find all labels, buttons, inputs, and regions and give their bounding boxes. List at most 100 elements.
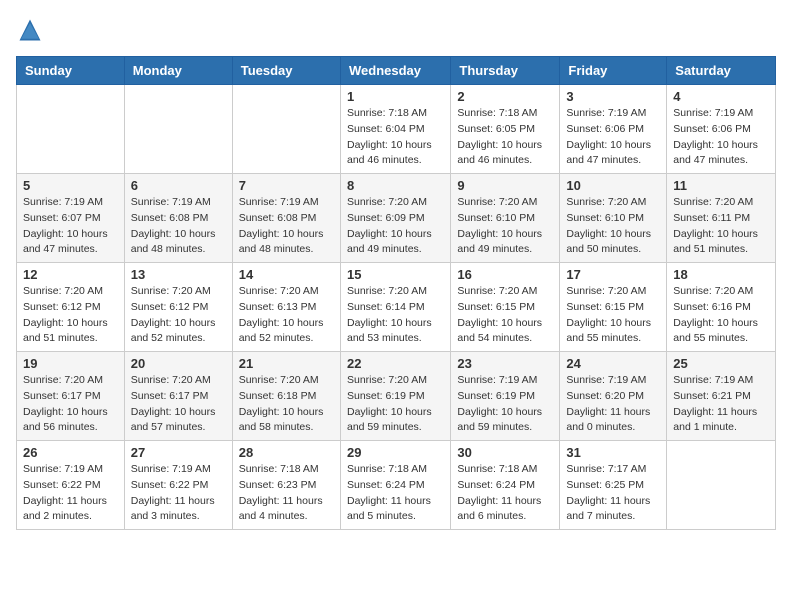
calendar-cell: 21 Sunrise: 7:20 AM Sunset: 6:18 PM Dayli…: [232, 352, 340, 441]
day-info: Sunrise: 7:20 AM Sunset: 6:12 PM Dayligh…: [23, 284, 118, 347]
logo-icon: [16, 16, 44, 44]
calendar-cell: 29 Sunrise: 7:18 AM Sunset: 6:24 PM Dayli…: [340, 441, 450, 530]
calendar-cell: 11 Sunrise: 7:20 AM Sunset: 6:11 PM Dayli…: [667, 174, 776, 263]
day-number: 29: [347, 445, 444, 460]
day-info: Sunrise: 7:18 AM Sunset: 6:04 PM Dayligh…: [347, 106, 444, 169]
day-info: Sunrise: 7:20 AM Sunset: 6:11 PM Dayligh…: [673, 195, 769, 258]
day-number: 13: [131, 267, 226, 282]
day-info: Sunrise: 7:19 AM Sunset: 6:08 PM Dayligh…: [131, 195, 226, 258]
calendar-cell: 5 Sunrise: 7:19 AM Sunset: 6:07 PM Daylig…: [17, 174, 125, 263]
day-number: 18: [673, 267, 769, 282]
day-info: Sunrise: 7:19 AM Sunset: 6:22 PM Dayligh…: [23, 462, 118, 525]
weekday-header-thursday: Thursday: [451, 57, 560, 85]
calendar-cell: 30 Sunrise: 7:18 AM Sunset: 6:24 PM Dayli…: [451, 441, 560, 530]
calendar-cell: 15 Sunrise: 7:20 AM Sunset: 6:14 PM Dayli…: [340, 263, 450, 352]
calendar-cell: 3Sunrise: 7:19 AM Sunset: 6:06 PM Daylig…: [560, 85, 667, 174]
calendar-week-row: 26 Sunrise: 7:19 AM Sunset: 6:22 PM Dayli…: [17, 441, 776, 530]
day-number: 21: [239, 356, 334, 371]
calendar-cell: 6 Sunrise: 7:19 AM Sunset: 6:08 PM Daylig…: [124, 174, 232, 263]
calendar-cell: 25Sunrise: 7:19 AM Sunset: 6:21 PM Dayli…: [667, 352, 776, 441]
day-info: Sunrise: 7:20 AM Sunset: 6:09 PM Dayligh…: [347, 195, 444, 258]
calendar-cell: 14 Sunrise: 7:20 AM Sunset: 6:13 PM Dayli…: [232, 263, 340, 352]
calendar-cell: 8 Sunrise: 7:20 AM Sunset: 6:09 PM Daylig…: [340, 174, 450, 263]
day-info: Sunrise: 7:20 AM Sunset: 6:17 PM Dayligh…: [131, 373, 226, 436]
day-number: 31: [566, 445, 660, 460]
weekday-header-tuesday: Tuesday: [232, 57, 340, 85]
day-number: 11: [673, 178, 769, 193]
day-number: 20: [131, 356, 226, 371]
day-info: Sunrise: 7:20 AM Sunset: 6:15 PM Dayligh…: [566, 284, 660, 347]
day-info: Sunrise: 7:20 AM Sunset: 6:14 PM Dayligh…: [347, 284, 444, 347]
calendar-cell: 18 Sunrise: 7:20 AM Sunset: 6:16 PM Dayli…: [667, 263, 776, 352]
day-number: 26: [23, 445, 118, 460]
calendar-cell: 1 Sunrise: 7:18 AM Sunset: 6:04 PM Daylig…: [340, 85, 450, 174]
weekday-header-monday: Monday: [124, 57, 232, 85]
day-number: 14: [239, 267, 334, 282]
weekday-header-sunday: Sunday: [17, 57, 125, 85]
weekday-header-saturday: Saturday: [667, 57, 776, 85]
day-number: 6: [131, 178, 226, 193]
day-info: Sunrise: 7:20 AM Sunset: 6:16 PM Dayligh…: [673, 284, 769, 347]
day-number: 12: [23, 267, 118, 282]
day-info: Sunrise: 7:19 AM Sunset: 6:19 PM Dayligh…: [457, 373, 553, 436]
calendar-header-row: SundayMondayTuesdayWednesdayThursdayFrid…: [17, 57, 776, 85]
calendar-cell: 17 Sunrise: 7:20 AM Sunset: 6:15 PM Dayli…: [560, 263, 667, 352]
day-info: Sunrise: 7:18 AM Sunset: 6:24 PM Dayligh…: [457, 462, 553, 525]
day-info: Sunrise: 7:19 AM Sunset: 6:22 PM Dayligh…: [131, 462, 226, 525]
logo: [16, 16, 48, 44]
calendar-cell: 27Sunrise: 7:19 AM Sunset: 6:22 PM Dayli…: [124, 441, 232, 530]
calendar-cell: 16Sunrise: 7:20 AM Sunset: 6:15 PM Dayli…: [451, 263, 560, 352]
day-info: Sunrise: 7:19 AM Sunset: 6:07 PM Dayligh…: [23, 195, 118, 258]
calendar-cell: 24 Sunrise: 7:19 AM Sunset: 6:20 PM Dayli…: [560, 352, 667, 441]
day-info: Sunrise: 7:20 AM Sunset: 6:17 PM Dayligh…: [23, 373, 118, 436]
calendar-week-row: 12 Sunrise: 7:20 AM Sunset: 6:12 PM Dayli…: [17, 263, 776, 352]
day-number: 2: [457, 89, 553, 104]
day-info: Sunrise: 7:20 AM Sunset: 6:13 PM Dayligh…: [239, 284, 334, 347]
day-info: Sunrise: 7:19 AM Sunset: 6:08 PM Dayligh…: [239, 195, 334, 258]
day-info: Sunrise: 7:19 AM Sunset: 6:06 PM Dayligh…: [673, 106, 769, 169]
day-info: Sunrise: 7:20 AM Sunset: 6:18 PM Dayligh…: [239, 373, 334, 436]
day-info: Sunrise: 7:19 AM Sunset: 6:06 PM Dayligh…: [566, 106, 660, 169]
day-info: Sunrise: 7:19 AM Sunset: 6:20 PM Dayligh…: [566, 373, 660, 436]
day-number: 22: [347, 356, 444, 371]
calendar-cell: [17, 85, 125, 174]
weekday-header-friday: Friday: [560, 57, 667, 85]
day-number: 30: [457, 445, 553, 460]
calendar-week-row: 5 Sunrise: 7:19 AM Sunset: 6:07 PM Daylig…: [17, 174, 776, 263]
day-info: Sunrise: 7:18 AM Sunset: 6:05 PM Dayligh…: [457, 106, 553, 169]
day-number: 23: [457, 356, 553, 371]
calendar-cell: 31 Sunrise: 7:17 AM Sunset: 6:25 PM Dayli…: [560, 441, 667, 530]
day-number: 9: [457, 178, 553, 193]
day-number: 17: [566, 267, 660, 282]
day-number: 25: [673, 356, 769, 371]
calendar-cell: 12 Sunrise: 7:20 AM Sunset: 6:12 PM Dayli…: [17, 263, 125, 352]
day-number: 7: [239, 178, 334, 193]
day-info: Sunrise: 7:20 AM Sunset: 6:12 PM Dayligh…: [131, 284, 226, 347]
day-info: Sunrise: 7:20 AM Sunset: 6:10 PM Dayligh…: [457, 195, 553, 258]
day-info: Sunrise: 7:17 AM Sunset: 6:25 PM Dayligh…: [566, 462, 660, 525]
day-number: 16: [457, 267, 553, 282]
day-info: Sunrise: 7:18 AM Sunset: 6:24 PM Dayligh…: [347, 462, 444, 525]
calendar-cell: [667, 441, 776, 530]
day-number: 8: [347, 178, 444, 193]
day-number: 24: [566, 356, 660, 371]
day-number: 5: [23, 178, 118, 193]
calendar-cell: 13 Sunrise: 7:20 AM Sunset: 6:12 PM Dayli…: [124, 263, 232, 352]
calendar-week-row: 1 Sunrise: 7:18 AM Sunset: 6:04 PM Daylig…: [17, 85, 776, 174]
day-number: 15: [347, 267, 444, 282]
day-number: 4: [673, 89, 769, 104]
day-number: 10: [566, 178, 660, 193]
day-info: Sunrise: 7:20 AM Sunset: 6:19 PM Dayligh…: [347, 373, 444, 436]
day-info: Sunrise: 7:20 AM Sunset: 6:10 PM Dayligh…: [566, 195, 660, 258]
calendar-cell: 9 Sunrise: 7:20 AM Sunset: 6:10 PM Daylig…: [451, 174, 560, 263]
calendar-cell: [124, 85, 232, 174]
calendar-cell: 10 Sunrise: 7:20 AM Sunset: 6:10 PM Dayli…: [560, 174, 667, 263]
calendar-cell: 20 Sunrise: 7:20 AM Sunset: 6:17 PM Dayli…: [124, 352, 232, 441]
calendar-table: SundayMondayTuesdayWednesdayThursdayFrid…: [16, 56, 776, 530]
calendar-cell: 2 Sunrise: 7:18 AM Sunset: 6:05 PM Daylig…: [451, 85, 560, 174]
calendar-cell: 26 Sunrise: 7:19 AM Sunset: 6:22 PM Dayli…: [17, 441, 125, 530]
day-number: 19: [23, 356, 118, 371]
day-number: 1: [347, 89, 444, 104]
calendar-cell: 22 Sunrise: 7:20 AM Sunset: 6:19 PM Dayli…: [340, 352, 450, 441]
calendar-cell: 7 Sunrise: 7:19 AM Sunset: 6:08 PM Daylig…: [232, 174, 340, 263]
